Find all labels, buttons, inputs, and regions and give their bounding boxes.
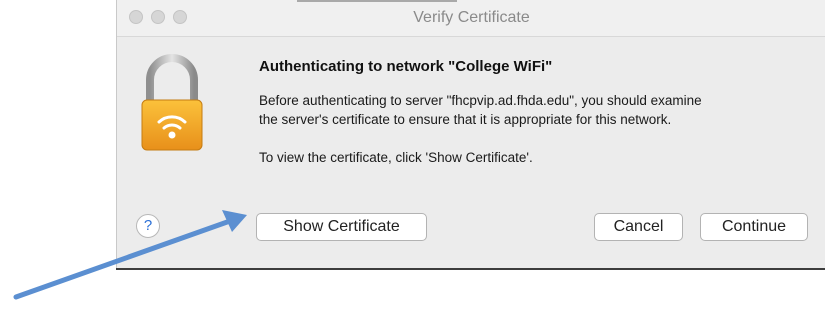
annotation-arrow-icon (13, 210, 247, 300)
